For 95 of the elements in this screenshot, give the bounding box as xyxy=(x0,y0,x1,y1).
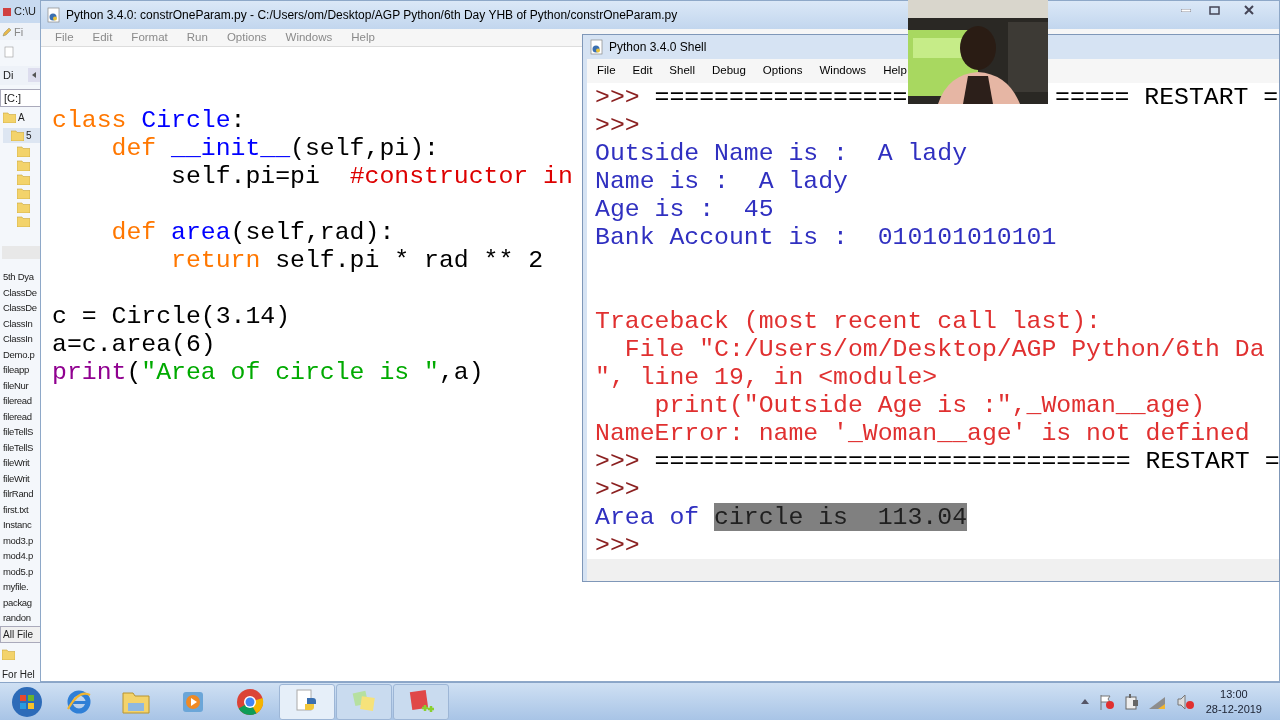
code-line: class Circle: xyxy=(52,106,246,134)
tree-item[interactable]: A xyxy=(18,109,25,125)
menu-item[interactable]: Help xyxy=(883,62,907,80)
file-list-item[interactable]: mod4.p xyxy=(3,548,43,564)
file-list-item[interactable]: first.txt xyxy=(3,501,43,518)
menu-item[interactable]: File xyxy=(597,62,616,80)
folder-icon xyxy=(11,129,24,141)
menu-item[interactable]: Windows xyxy=(819,62,867,80)
clock-date: 28-12-2019 xyxy=(1205,701,1262,717)
shell-line: >>> ================================ RESTART = xyxy=(595,447,1279,475)
shell-line: >>> ================= xyxy=(595,83,908,111)
folder-icon xyxy=(2,649,15,661)
file-list-item[interactable]: fileTellS xyxy=(3,424,43,440)
file-list-item[interactable]: fileread xyxy=(3,393,43,409)
shell-line: Name is : A lady xyxy=(595,167,848,195)
shell-line: NameError: name '_Woman__age' is not defined xyxy=(595,419,1250,447)
pencil-icon xyxy=(2,26,12,37)
file-list-item[interactable]: mod3.p xyxy=(3,532,43,549)
taskbar-app[interactable] xyxy=(393,683,449,720)
flag-icon[interactable] xyxy=(1098,693,1115,710)
file-list-item[interactable]: Instanc xyxy=(3,517,43,533)
shell-line: >>> xyxy=(595,111,640,139)
folder-icon xyxy=(17,145,30,157)
file-list-item[interactable]: mod5.p xyxy=(3,563,43,580)
shell-line: >>> xyxy=(595,475,640,503)
shell-line: Age is : 45 xyxy=(595,195,774,223)
window-title: Python 3.4.0: constrOneParam.py - C:/Users/om/Desktop/AGP Python/6th Day YHB of Python/constrOneParam.py xyxy=(66,7,678,24)
signal-icon[interactable] xyxy=(1148,694,1167,709)
status-text: For Hel xyxy=(1,667,36,682)
window-title: Python 3.4.0 Shell xyxy=(609,39,707,56)
file-list-item[interactable]: myfile. xyxy=(3,579,43,595)
show-hidden-icons-icon[interactable] xyxy=(1080,699,1089,704)
folder-icon xyxy=(17,187,30,199)
folder-icon xyxy=(17,159,30,171)
file-list-item[interactable]: ClassIn xyxy=(3,315,43,332)
shell-line: Outside Name is : A lady xyxy=(595,139,967,167)
app-icon xyxy=(2,6,12,17)
file-list-item[interactable]: ClassIn xyxy=(3,331,43,347)
scroll-left-button[interactable] xyxy=(28,68,40,83)
shell-line: Bank Account is : 010101010101 xyxy=(595,223,1057,251)
shell-line: File "C:/Users/om/Desktop/AGP Python/6th Da xyxy=(623,335,1265,363)
clock-time: 13:00 xyxy=(1220,686,1248,702)
folder-icon xyxy=(3,111,16,123)
shell-line: Area of circle is 113.04 xyxy=(595,503,968,531)
minimize-icon xyxy=(1181,8,1191,12)
code-line: self.pi=pi #constructor in xyxy=(170,162,573,190)
file-list-item[interactable]: ClassDe xyxy=(3,300,43,316)
left-arrow-icon xyxy=(32,72,36,79)
browser-e-icon xyxy=(66,688,92,715)
windows-orb-icon xyxy=(11,685,43,718)
horizontal-scrollbar[interactable] xyxy=(2,245,41,260)
maximize-icon xyxy=(1208,5,1220,15)
code-line: def area(self,rad): xyxy=(110,218,395,246)
power-plug-icon[interactable] xyxy=(1124,693,1139,710)
folder-icon xyxy=(17,201,30,213)
muted-speaker-icon[interactable] xyxy=(1176,693,1195,710)
python-file-icon xyxy=(47,7,61,23)
file-list-item[interactable]: fileWrit xyxy=(3,470,43,487)
shell-line: Traceback (most recent call last): xyxy=(595,307,1101,335)
menu-item[interactable]: Options xyxy=(762,62,803,80)
code-line: c = Circle(3.14) xyxy=(52,302,291,330)
menu-item[interactable]: Debug xyxy=(711,62,746,80)
file-list-item[interactable]: fileWrit xyxy=(3,455,43,471)
file-list-item[interactable]: packag xyxy=(3,594,43,611)
file-type-dropdown[interactable]: All File xyxy=(0,625,43,644)
folder-icon xyxy=(122,689,150,714)
clock[interactable]: 13:00 28-12-2019 xyxy=(1205,686,1262,717)
drive-dropdown[interactable]: [C:] xyxy=(0,88,43,107)
file-list-item[interactable]: randon xyxy=(3,610,43,626)
code-line: def __init__(self,pi): xyxy=(110,134,439,162)
window-title: C:\U xyxy=(14,4,36,20)
chrome-icon xyxy=(236,687,264,716)
menu-item[interactable]: Edit xyxy=(632,62,653,80)
file-list-item[interactable]: fileread xyxy=(3,408,43,425)
file-list-item[interactable]: filrRand xyxy=(3,486,43,502)
code-line: return self.pi * rad ** 2 xyxy=(170,246,544,274)
folder-icon xyxy=(17,173,30,185)
close-icon xyxy=(1244,5,1254,15)
folder-icon xyxy=(17,215,30,227)
shell-line: ===== RESTART = xyxy=(1055,83,1279,111)
code-line: print("Area of circle is ",a) xyxy=(52,358,484,386)
file-list-item[interactable]: fileapp xyxy=(3,362,43,378)
shell-line: ", line 19, in <module> xyxy=(595,363,938,391)
file-list-item[interactable]: fileTellS xyxy=(3,439,43,456)
file-list-item[interactable]: fileNur xyxy=(3,377,43,394)
file-list-item[interactable]: Demo.p xyxy=(3,346,43,363)
python-file-icon xyxy=(590,39,604,55)
file-list-item[interactable]: 5th Dya xyxy=(3,269,43,285)
taskbar-app[interactable] xyxy=(279,683,335,720)
tree-item[interactable]: 5 xyxy=(26,127,32,143)
code-line: a=c.area(6) xyxy=(52,330,216,358)
shell-line: >>> xyxy=(595,531,640,559)
shell-line: print("Outside Age is :",_Woman__age) xyxy=(653,391,1206,419)
menu-item[interactable]: Shell xyxy=(669,62,695,80)
file-list-item[interactable]: ClassDe xyxy=(3,284,43,301)
